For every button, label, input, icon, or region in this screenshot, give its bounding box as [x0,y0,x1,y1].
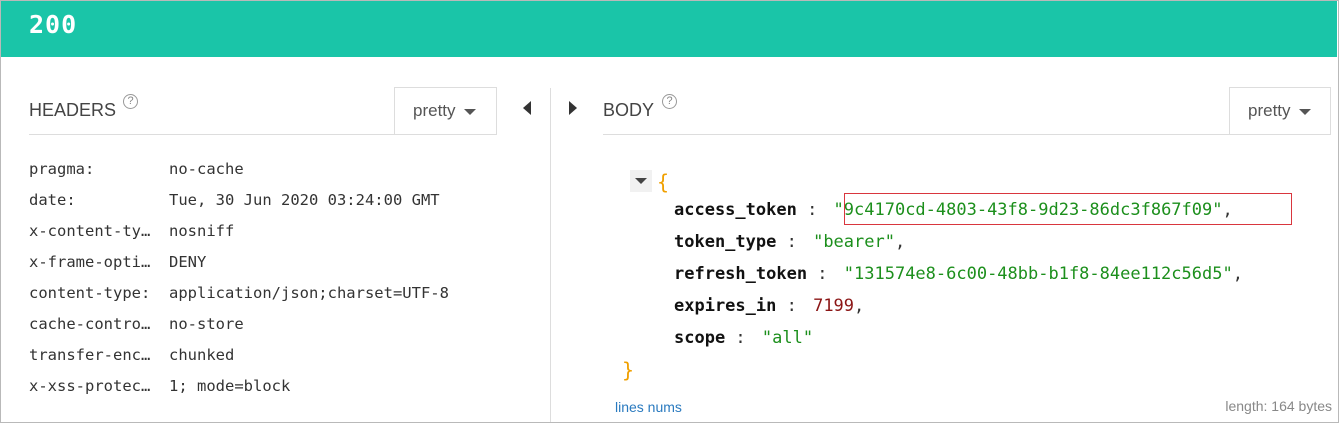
header-key: cache-contro… [29,315,151,333]
json-key: scope [674,328,726,348]
triangle-down-icon [635,178,647,184]
panel-divider[interactable] [550,88,551,422]
chevron-down-icon [463,108,476,115]
collapse-left-icon[interactable] [523,101,531,115]
json-value: "131574e8-6c00-48bb-b1f8-84ee112c56d5" [843,264,1233,284]
status-bar: 200 [1,1,1337,57]
length-label: length: 164 bytes [1225,398,1332,414]
json-close-brace: } [622,358,635,382]
header-value: no-cache [169,160,244,178]
header-value: application/json;charset=UTF-8 [169,284,449,302]
header-value: 1; mode=block [169,377,291,395]
json-value: "bearer" [813,232,895,252]
body-divider [603,134,1331,135]
header-key: content-type: [29,284,151,302]
json-key: token_type [674,232,777,252]
body-format-label: pretty [1248,101,1291,120]
header-value: chunked [169,346,235,364]
header-key: x-frame-opti… [29,253,151,271]
body-title: BODY [603,100,655,120]
json-field: token_type : "bearer", [674,232,906,252]
headers-title: HEADERS [29,100,117,120]
chevron-down-icon [1298,108,1311,115]
json-field: scope : "all" [674,328,814,348]
highlight-box [844,193,1292,225]
body-help-icon[interactable]: ? [662,94,677,109]
header-value: nosniff [169,222,235,240]
json-key: expires_in [674,296,777,316]
json-field: refresh_token : "131574e8-6c00-48bb-b1f8… [674,264,1243,284]
lines-nums-link[interactable]: lines nums [615,399,682,415]
header-value: DENY [169,253,207,271]
header-key: pragma: [29,160,95,178]
json-collapse-toggle[interactable] [630,170,652,192]
header-key: x-xss-protec… [29,377,151,395]
json-key: access_token [674,200,797,220]
header-key: date: [29,191,76,209]
json-value: "all" [761,328,814,348]
header-key: x-content-ty… [29,222,151,240]
json-open-brace: { [657,170,670,194]
headers-format-label: pretty [413,101,456,120]
body-format-dropdown[interactable]: pretty [1229,87,1331,135]
headers-divider [29,134,497,135]
collapse-right-icon[interactable] [569,101,577,115]
status-code: 200 [29,10,78,39]
header-key: transfer-enc… [29,346,151,364]
json-field: expires_in : 7199, [674,296,865,316]
header-value: Tue, 30 Jun 2020 03:24:00 GMT [169,191,440,209]
headers-help-icon[interactable]: ? [123,94,138,109]
json-key: refresh_token [674,264,808,284]
json-value: 7199 [813,296,855,316]
headers-format-dropdown[interactable]: pretty [394,87,497,135]
header-value: no-store [169,315,244,333]
